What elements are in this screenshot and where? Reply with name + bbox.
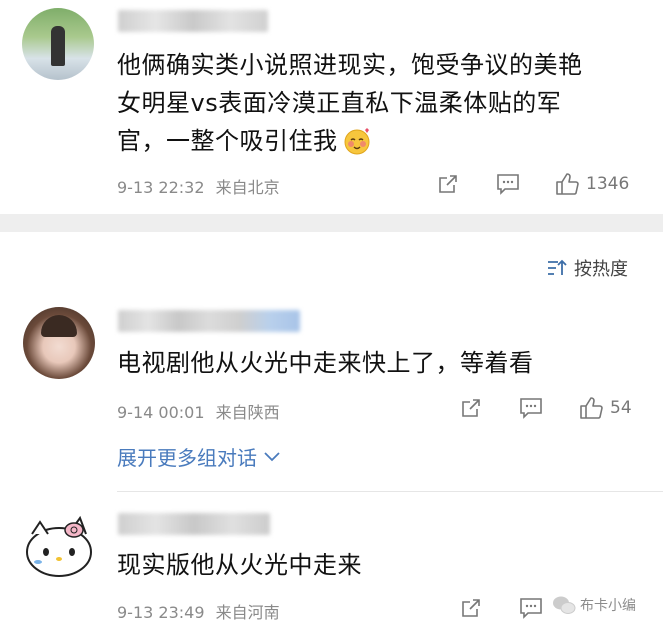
- like-icon: [554, 171, 580, 197]
- expand-more-link[interactable]: 展开更多组对话: [117, 442, 281, 471]
- comment-icon: [496, 173, 520, 195]
- comment-location: 来自河南: [215, 603, 280, 622]
- comment-line: 女明星vs表面冷漠正直私下温柔体贴的军: [117, 89, 562, 117]
- username-blurred[interactable]: [118, 310, 300, 332]
- like-button[interactable]: 54: [578, 395, 632, 421]
- comment-line: 电视剧他从火光中走来快上了，等着看: [117, 349, 534, 377]
- comment-location: 来自北京: [215, 178, 280, 197]
- like-count: 1346: [586, 174, 630, 194]
- username-blurred[interactable]: [118, 10, 268, 32]
- sort-by-heat-button[interactable]: 按热度: [546, 255, 628, 281]
- comment-meta: 9-13 22:32 来自北京: [117, 174, 280, 198]
- avatar[interactable]: [22, 8, 94, 80]
- comment-button[interactable]: [519, 397, 543, 419]
- sort-icon: [546, 258, 568, 278]
- share-icon: [460, 597, 482, 619]
- comment-location: 来自陕西: [215, 403, 280, 422]
- comment-line: 官，一整个吸引住我: [117, 127, 338, 155]
- watermark-text: 布卡小编: [580, 598, 636, 614]
- like-button[interactable]: 1346: [554, 171, 629, 197]
- comment-date: 9-13 23:49: [117, 603, 205, 622]
- sort-label: 按热度: [574, 259, 628, 280]
- comment-date: 9-14 00:01: [117, 403, 205, 422]
- comment-text: 电视剧他从火光中走来快上了，等着看: [117, 344, 637, 382]
- avatar[interactable]: [23, 307, 95, 379]
- avatar[interactable]: [22, 510, 96, 582]
- blushing-emoji-icon: [342, 126, 372, 156]
- comment-date: 9-13 22:32: [117, 178, 205, 197]
- like-icon: [578, 395, 604, 421]
- share-button[interactable]: [460, 597, 482, 619]
- share-icon: [437, 173, 459, 195]
- comment-line: 他俩确实类小说照进现实，饱受争议的美艳: [117, 51, 583, 79]
- share-icon: [460, 397, 482, 419]
- share-button[interactable]: [460, 397, 482, 419]
- chevron-down-icon: [263, 451, 281, 463]
- comment-text: 他俩确实类小说照进现实，饱受争议的美艳 女明星vs表面冷漠正直私下温柔体贴的军 …: [117, 46, 637, 160]
- watermark: 布卡小编: [552, 594, 636, 616]
- wechat-icon: [552, 594, 576, 616]
- share-button[interactable]: [437, 173, 459, 195]
- like-count: 54: [610, 398, 632, 418]
- expand-label: 展开更多组对话: [117, 446, 257, 470]
- comment-meta: 9-14 00:01 来自陕西: [117, 399, 280, 423]
- comment-text: 现实版他从火光中走来: [117, 546, 637, 584]
- divider-line: [117, 491, 663, 492]
- comment-meta: 9-13 23:49 来自河南: [117, 599, 280, 623]
- comment-button[interactable]: [496, 173, 520, 195]
- comment-button[interactable]: [519, 597, 543, 619]
- section-divider: [0, 214, 663, 232]
- comment-icon: [519, 397, 543, 419]
- comment-icon: [519, 597, 543, 619]
- username-blurred[interactable]: [118, 513, 270, 535]
- comment-line: 现实版他从火光中走来: [117, 551, 362, 579]
